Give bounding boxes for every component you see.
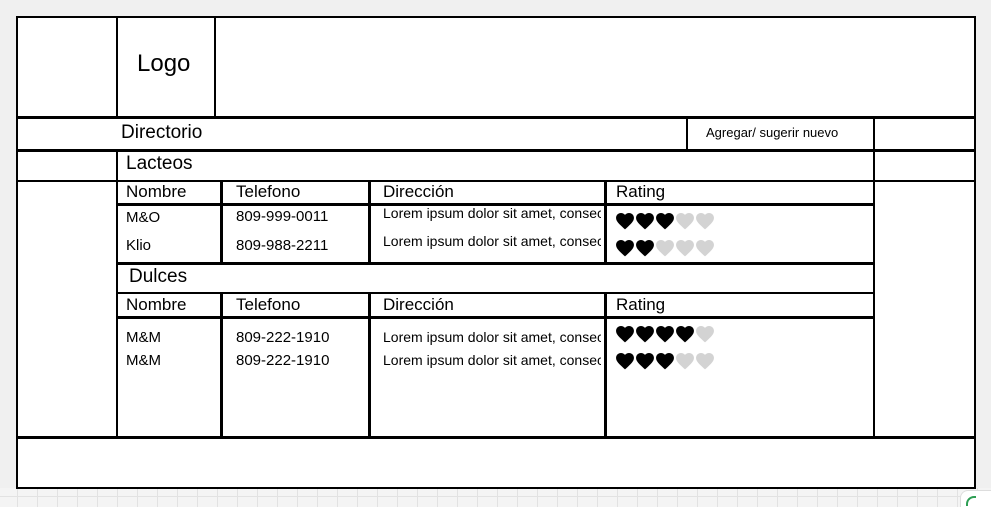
dulces-header-direccion: Dirección [383, 295, 454, 314]
app-corner-icon[interactable] [960, 490, 991, 507]
heart-icon-filled[interactable] [636, 326, 654, 343]
directory-title: Directorio [121, 122, 203, 143]
heart-icon-empty[interactable] [696, 326, 714, 343]
dulces-header-telefono: Telefono [236, 295, 301, 314]
footer-top-divider [16, 436, 976, 439]
heart-icon-empty[interactable] [676, 213, 694, 230]
dulces-header-rating: Rating [616, 295, 666, 314]
dulces-col-divider-3 [604, 293, 607, 438]
heart-icon-empty[interactable] [696, 240, 714, 257]
lacteos-header-rating: Rating [616, 182, 666, 201]
lacteos-row-1-rating [616, 213, 714, 230]
dulces-row-1-name[interactable]: M&M [126, 330, 161, 345]
lacteos-row-1-address: Lorem ipsum dolor sit amet, consectetur … [383, 205, 601, 221]
heart-icon-filled[interactable] [656, 353, 674, 370]
dulces-row-2-name[interactable]: M&M [126, 353, 161, 368]
lacteos-col-divider-2 [368, 181, 371, 263]
lacteos-header-telefono: Telefono [236, 182, 301, 201]
dulces-row-1-rating [616, 326, 714, 343]
logo[interactable]: Logo [137, 52, 190, 76]
heart-icon-empty[interactable] [676, 240, 694, 257]
lacteos-row-1-name[interactable]: M&O [126, 210, 160, 225]
lacteos-header-direccion: Dirección [383, 182, 454, 201]
content-left-border [116, 150, 118, 438]
suggest-new-button[interactable]: Agregar/ sugerir nuevo [686, 119, 875, 149]
category-title-lacteos: Lacteos [126, 153, 193, 174]
dulces-row-1-address: Lorem ipsum dolor sit amet, consectetur … [383, 329, 601, 345]
page-frame [16, 16, 976, 489]
lacteos-header-nombre: Nombre [126, 182, 187, 201]
heart-icon-empty[interactable] [696, 213, 714, 230]
logo-right-divider [214, 16, 216, 117]
canvas-grid [0, 488, 991, 507]
lacteos-col-divider-3 [604, 181, 607, 263]
heart-icon-empty[interactable] [676, 353, 694, 370]
lacteos-table-bottom-line [118, 262, 874, 265]
logo-left-divider [116, 16, 118, 117]
lacteos-row-2-phone: 809-988-2211 [236, 237, 329, 254]
lacteos-col-divider-1 [220, 181, 223, 263]
directory-bar-bottom-divider [16, 149, 976, 152]
heart-icon-empty[interactable] [656, 240, 674, 257]
lacteos-row-2-address: Lorem ipsum dolor sit amet, consectetur … [383, 233, 601, 249]
heart-icon-filled[interactable] [616, 326, 634, 343]
category-title-dulces: Dulces [129, 266, 188, 287]
heart-icon-filled[interactable] [636, 240, 654, 257]
dulces-row-2-phone: 809-222-1910 [236, 352, 330, 369]
heart-icon-filled[interactable] [616, 353, 634, 370]
lacteos-row-2-rating [616, 240, 714, 257]
dulces-title-bottom-line [118, 292, 874, 294]
heart-icon-filled[interactable] [616, 240, 634, 257]
heart-icon-filled[interactable] [656, 213, 674, 230]
heart-icon-filled[interactable] [616, 213, 634, 230]
heart-icon-filled[interactable] [636, 213, 654, 230]
heart-icon-filled[interactable] [656, 326, 674, 343]
lacteos-row-1-phone: 809-999-0011 [236, 208, 329, 225]
wireframe-canvas: Logo Directorio Agregar/ sugerir nuevo L… [0, 0, 991, 507]
dulces-row-2-address: Lorem ipsum dolor sit amet, consectetur … [383, 352, 601, 368]
content-right-border [873, 150, 875, 438]
dulces-col-divider-1 [220, 293, 223, 438]
dulces-row-2-rating [616, 353, 714, 370]
lacteos-row-2-name[interactable]: Klio [126, 238, 151, 253]
heart-icon-filled[interactable] [676, 326, 694, 343]
heart-icon-empty[interactable] [696, 353, 714, 370]
dulces-header-bottom-line [118, 316, 874, 319]
dulces-row-1-phone: 809-222-1910 [236, 329, 330, 346]
suggest-new-button-label: Agregar/ sugerir nuevo [706, 125, 839, 140]
dulces-col-divider-2 [368, 293, 371, 438]
heart-icon-filled[interactable] [636, 353, 654, 370]
dulces-header-nombre: Nombre [126, 295, 187, 314]
